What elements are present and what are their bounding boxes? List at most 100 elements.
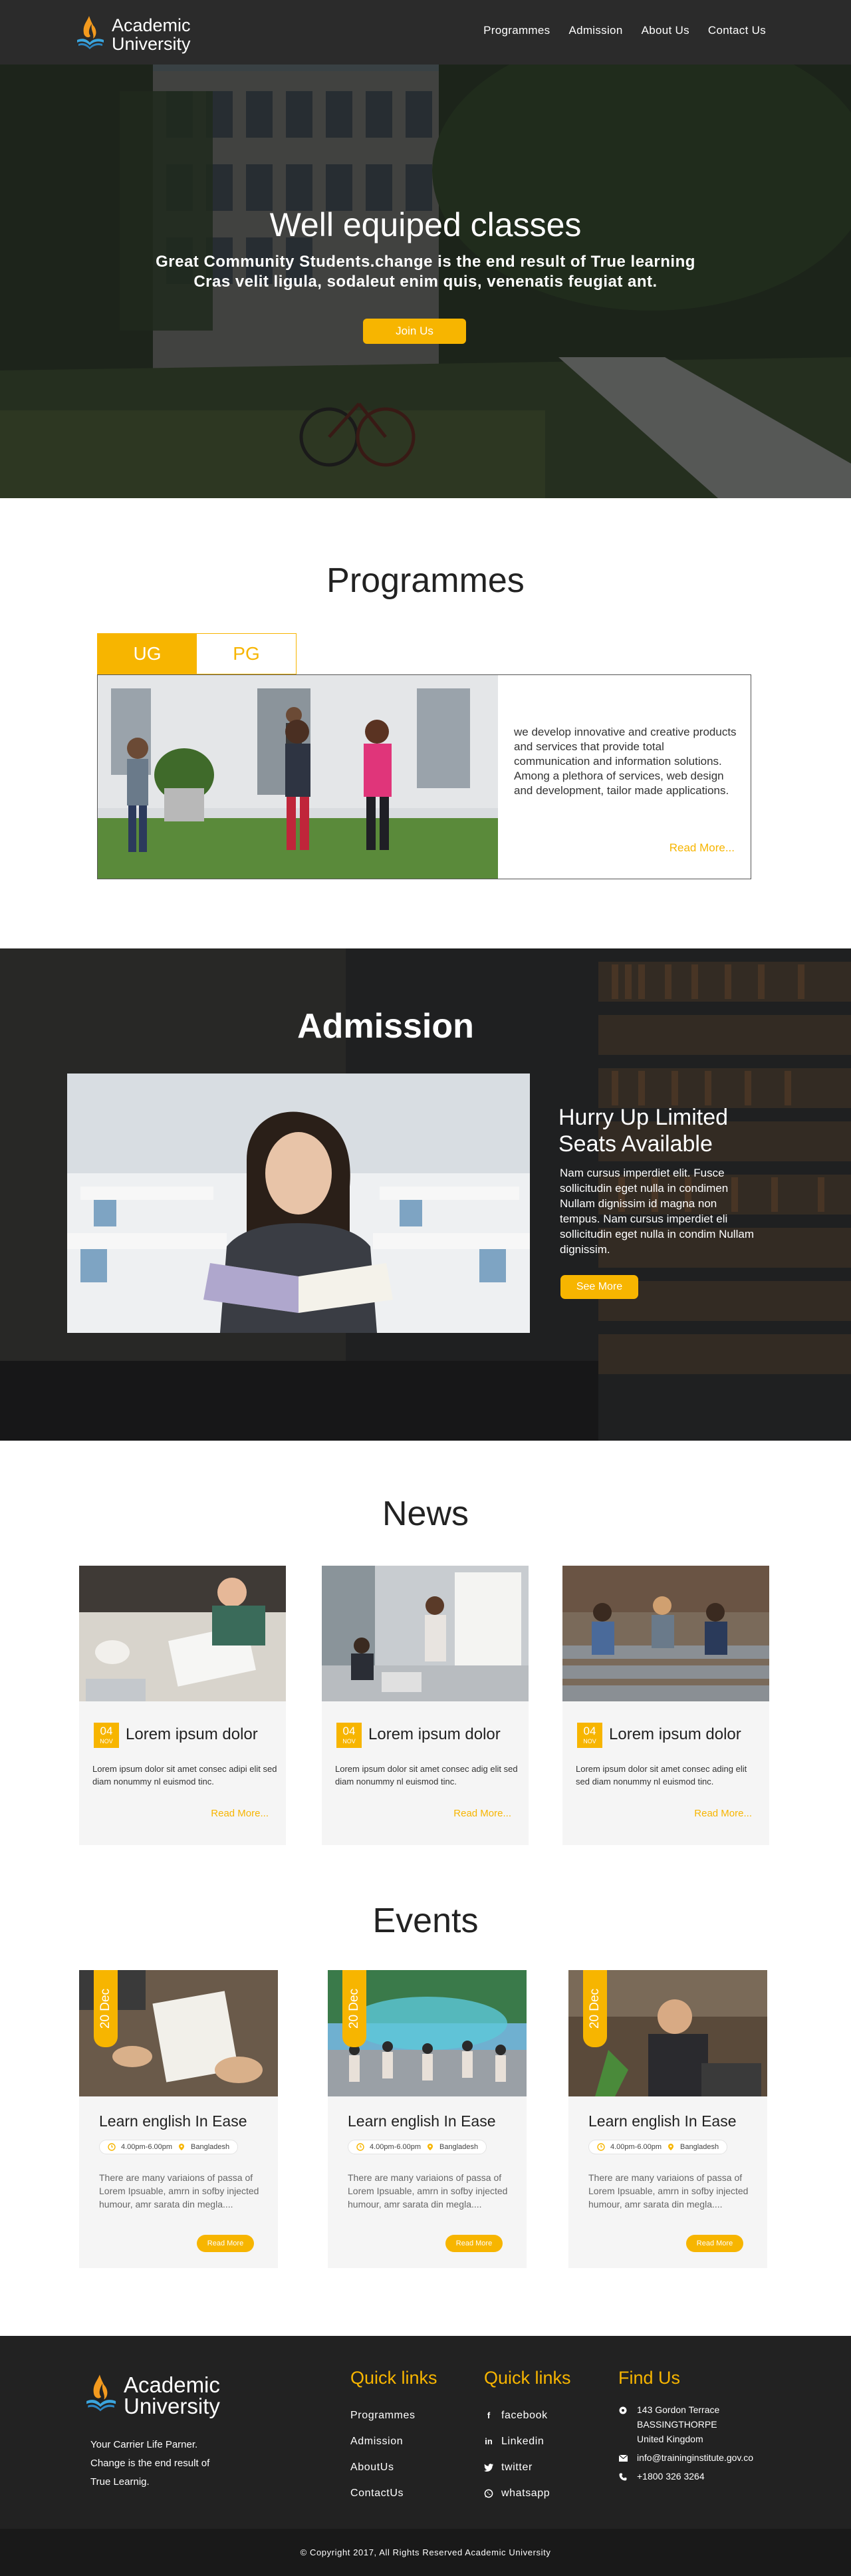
clock-icon: [108, 2143, 116, 2151]
admission-headline-line-2: Seats Available: [558, 1131, 713, 1157]
footer-link-about-us[interactable]: AboutUs: [350, 2462, 394, 2474]
news-card[interactable]: 04 NOV Lorem ipsum dolor Lorem ipsum dol…: [322, 1566, 529, 1845]
news-excerpt: Lorem ipsum dolor sit amet consec adig e…: [335, 1764, 518, 1787]
event-read-more-button[interactable]: Read More: [686, 2235, 743, 2252]
event-time: 4.00pm-6.00pm: [610, 2143, 662, 2151]
location-pin-icon: [668, 2144, 674, 2150]
footer-logo[interactable]: Academic University: [82, 2372, 249, 2417]
page: Academic University Programmes Admission…: [0, 0, 851, 2576]
news-date-day: 04: [100, 1725, 113, 1737]
news-date-month: NOV: [100, 1738, 113, 1745]
programme-tabs: UG PG: [97, 633, 297, 674]
programme-card: we develop innovative and creative produ…: [97, 674, 751, 879]
news-date-badge: 04 NOV: [94, 1723, 119, 1748]
hero-title: Well equiped classes: [269, 206, 582, 243]
event-time: 4.00pm-6.00pm: [121, 2143, 173, 2151]
event-read-more-button[interactable]: Read More: [197, 2235, 254, 2252]
news-card[interactable]: 04 NOV Lorem ipsum dolor Lorem ipsum dol…: [79, 1566, 286, 1845]
news-read-more-link[interactable]: Read More...: [453, 1808, 511, 1819]
event-meta: 4.00pm-6.00pm Bangladesh: [348, 2140, 487, 2154]
event-meta: 4.00pm-6.00pm Bangladesh: [99, 2140, 239, 2154]
event-description: There are many variaions of passa of Lor…: [99, 2172, 259, 2210]
phone-number: +1800 326 3264: [637, 2471, 705, 2482]
quick-link-item: Programmes: [350, 2402, 416, 2428]
address-text: 143 Gordon Terrace BASSINGTHORPE United …: [637, 2402, 719, 2446]
event-description: There are many variaions of passa of Lor…: [588, 2172, 749, 2210]
location-pin-icon: [427, 2144, 433, 2150]
social-links-title: Quick links: [484, 2368, 571, 2388]
footer-logo-wordmark: Academic University: [124, 2374, 220, 2417]
footer-link-linkedin[interactable]: Linkedin: [501, 2436, 544, 2448]
programme-description: we develop innovative and creative produ…: [514, 726, 737, 797]
copyright-bar: © Copyright 2017, All Rights Reserved Ac…: [0, 2529, 851, 2576]
site-footer: Academic University Your Carrier Life Pa…: [0, 2336, 851, 2529]
news-card[interactable]: 04 NOV Lorem ipsum dolor Lorem ipsum dol…: [562, 1566, 769, 1845]
event-read-more-button[interactable]: Read More: [445, 2235, 503, 2252]
footer-tagline-line-1: Your Carrier Life Parner.: [90, 2439, 198, 2450]
admission-section: Admission Hurry Up Limited Seats Availab…: [0, 948, 851, 1441]
event-date-tag: 20 Dec: [342, 1970, 366, 2047]
nav-contact-us[interactable]: Contact Us: [708, 24, 766, 37]
linkedin-icon: in: [485, 2436, 493, 2446]
phone-icon: [618, 2472, 628, 2482]
address-line-1: 143 Gordon Terrace: [637, 2404, 720, 2415]
news-read-more-link[interactable]: Read More...: [211, 1808, 269, 1819]
twitter-icon: [484, 2463, 493, 2472]
event-date: 20 Dec: [347, 1988, 361, 2029]
social-link-item: whatsapp: [484, 2480, 550, 2506]
footer-link-contact-us[interactable]: ContactUs: [350, 2488, 404, 2500]
event-title: Learn english In Ease: [99, 2112, 247, 2130]
nav-admission[interactable]: Admission: [568, 24, 622, 37]
nav-about-us[interactable]: About Us: [642, 24, 689, 37]
event-description: There are many variaions of passa of Lor…: [348, 2172, 508, 2210]
events-heading: Events: [372, 1902, 479, 1940]
footer-link-admission[interactable]: Admission: [350, 2436, 403, 2448]
clock-icon: [356, 2143, 364, 2151]
news-title: Lorem ipsum dolor: [126, 1725, 258, 1743]
facebook-icon: f: [487, 2410, 491, 2420]
footer-tagline-line-3: True Learnig.: [90, 2476, 150, 2488]
event-location: Bangladesh: [439, 2143, 479, 2151]
event-location: Bangladesh: [191, 2143, 230, 2151]
quick-links-title: Quick links: [350, 2368, 437, 2388]
students-steps-photo-image: [562, 1566, 769, 1701]
quick-link-item: ContactUs: [350, 2480, 416, 2506]
footer-tagline-line-2: Change is the end result of: [90, 2458, 210, 2469]
programme-read-more-link[interactable]: Read More...: [669, 841, 735, 855]
email-row: info@traininginstitute.gov.co: [618, 2450, 811, 2465]
event-date-tag: 20 Dec: [583, 1970, 607, 2047]
join-us-button[interactable]: Join Us: [363, 319, 466, 344]
clock-icon: [597, 2143, 605, 2151]
event-title: Learn english In Ease: [588, 2112, 737, 2130]
event-card[interactable]: 20 Dec Learn english In Ease 4.00pm-6.00…: [568, 1970, 767, 2268]
footer-link-twitter[interactable]: twitter: [501, 2462, 533, 2474]
event-card[interactable]: 20 Dec Learn english In Ease 4.00pm-6.00…: [79, 1970, 278, 2268]
location-icon: [618, 2406, 628, 2415]
event-card[interactable]: 20 Dec Learn english In Ease 4.00pm-6.00…: [328, 1970, 527, 2268]
students-photo-image: [98, 675, 498, 879]
see-more-button[interactable]: See More: [560, 1275, 638, 1299]
email-link[interactable]: info@traininginstitute.gov.co: [637, 2450, 753, 2465]
programmes-heading: Programmes: [326, 561, 525, 600]
event-location: Bangladesh: [680, 2143, 719, 2151]
news-date-day: 04: [583, 1725, 596, 1737]
news-image-classroom: [322, 1566, 529, 1701]
footer-link-programmes[interactable]: Programmes: [350, 2410, 416, 2422]
site-logo[interactable]: Academic University: [74, 13, 207, 53]
flame-book-logo-icon: [77, 16, 104, 49]
tab-ug[interactable]: UG: [98, 634, 197, 674]
news-image-students-steps: [562, 1566, 769, 1701]
whatsapp-icon: [484, 2489, 493, 2498]
social-link-item: twitter: [484, 2454, 550, 2480]
quick-link-item: Admission: [350, 2428, 416, 2454]
news-read-more-link[interactable]: Read More...: [694, 1808, 752, 1819]
footer-link-facebook[interactable]: facebook: [501, 2410, 548, 2422]
event-date: 20 Dec: [98, 1988, 112, 2029]
nav-programmes[interactable]: Programmes: [483, 24, 550, 37]
tab-pg[interactable]: PG: [197, 634, 296, 674]
news-heading: News: [382, 1495, 469, 1533]
news-title: Lorem ipsum dolor: [368, 1725, 501, 1743]
address-line-3: United Kingdom: [637, 2434, 703, 2444]
footer-link-whatsapp[interactable]: whatsapp: [501, 2488, 550, 2500]
students-walking-photo: [98, 675, 498, 879]
